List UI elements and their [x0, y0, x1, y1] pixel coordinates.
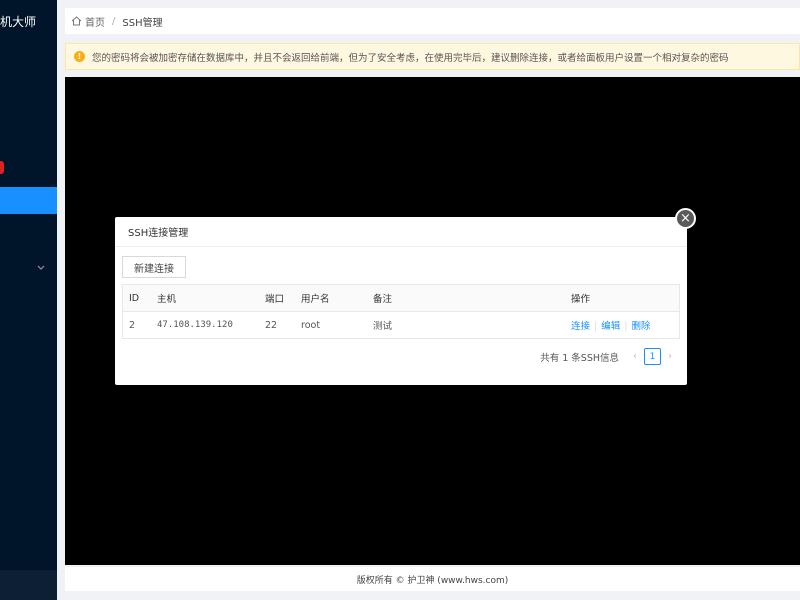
- ssh-table: ID 主机 端口 用户名 备注 操作 2 47.108.139.120 22 r…: [122, 284, 680, 339]
- cell-ops: 连接 | 编辑 | 删除: [571, 318, 679, 332]
- breadcrumb-current: SSH管理: [122, 17, 163, 29]
- cell-host: 47.108.139.120: [157, 320, 233, 330]
- sidebar-item-active[interactable]: [0, 187, 57, 214]
- ssh-manager-modal: SSH连接管理 × 新建连接 ID 主机 端口 用户名 备注 操作 2 47.1…: [115, 208, 696, 385]
- col-ops: 操作: [571, 294, 591, 305]
- breadcrumb: 首页 / SSH管理: [65, 8, 800, 34]
- page-button-1[interactable]: 1: [644, 348, 661, 365]
- cell-note: 测试: [373, 321, 393, 332]
- footer: 版权所有 © 护卫神 (www.hws.com): [65, 567, 800, 591]
- connect-link[interactable]: 连接: [571, 321, 590, 332]
- footer-text: 版权所有 © 护卫神 (www.hws.com): [356, 575, 509, 586]
- cell-user: root: [301, 319, 321, 331]
- pagination: 共有 1 条SSH信息 ‹ 1 ›: [540, 348, 676, 365]
- close-icon[interactable]: ×: [675, 208, 696, 229]
- brand-label: 机大师: [0, 15, 37, 29]
- sidebar: 机大师: [0, 0, 57, 600]
- divider: |: [594, 321, 598, 332]
- modal-title: SSH连接管理: [128, 228, 189, 239]
- notification-badge: [0, 161, 4, 174]
- home-icon[interactable]: [71, 16, 82, 26]
- col-host: 主机: [157, 294, 177, 305]
- col-note: 备注: [373, 294, 393, 305]
- divider: |: [624, 321, 628, 332]
- warning-alert: ! 您的密码将会被加密存储在数据库中，并且不会返回给前端，但为了安全考虑，在使用…: [65, 43, 800, 70]
- breadcrumb-home[interactable]: 首页: [85, 14, 105, 29]
- col-user: 用户名: [301, 294, 330, 305]
- delete-link[interactable]: 删除: [631, 321, 650, 332]
- sidebar-footer: [0, 570, 57, 600]
- warning-icon: !: [74, 51, 85, 62]
- new-connection-button[interactable]: 新建连接: [122, 256, 186, 278]
- modal-header: SSH连接管理: [115, 217, 687, 247]
- col-id: ID: [129, 292, 140, 304]
- table-row: 2 47.108.139.120 22 root 测试 连接 | 编辑 | 删除: [123, 312, 679, 338]
- pagination-total: 共有 1 条SSH信息: [540, 352, 619, 364]
- table-header: ID 主机 端口 用户名 备注 操作: [123, 285, 679, 312]
- cell-id: 2: [129, 319, 136, 331]
- edit-link[interactable]: 编辑: [601, 321, 620, 332]
- chevron-down-icon[interactable]: [37, 264, 45, 274]
- app-brand: 机大师: [0, 13, 57, 33]
- next-page-icon[interactable]: ›: [668, 351, 672, 362]
- prev-page-icon[interactable]: ‹: [633, 351, 637, 362]
- col-port: 端口: [265, 294, 285, 305]
- alert-text: 您的密码将会被加密存储在数据库中，并且不会返回给前端，但为了安全考虑，在使用完毕…: [92, 52, 729, 64]
- breadcrumb-separator: /: [112, 15, 116, 27]
- cell-port: 22: [265, 319, 278, 331]
